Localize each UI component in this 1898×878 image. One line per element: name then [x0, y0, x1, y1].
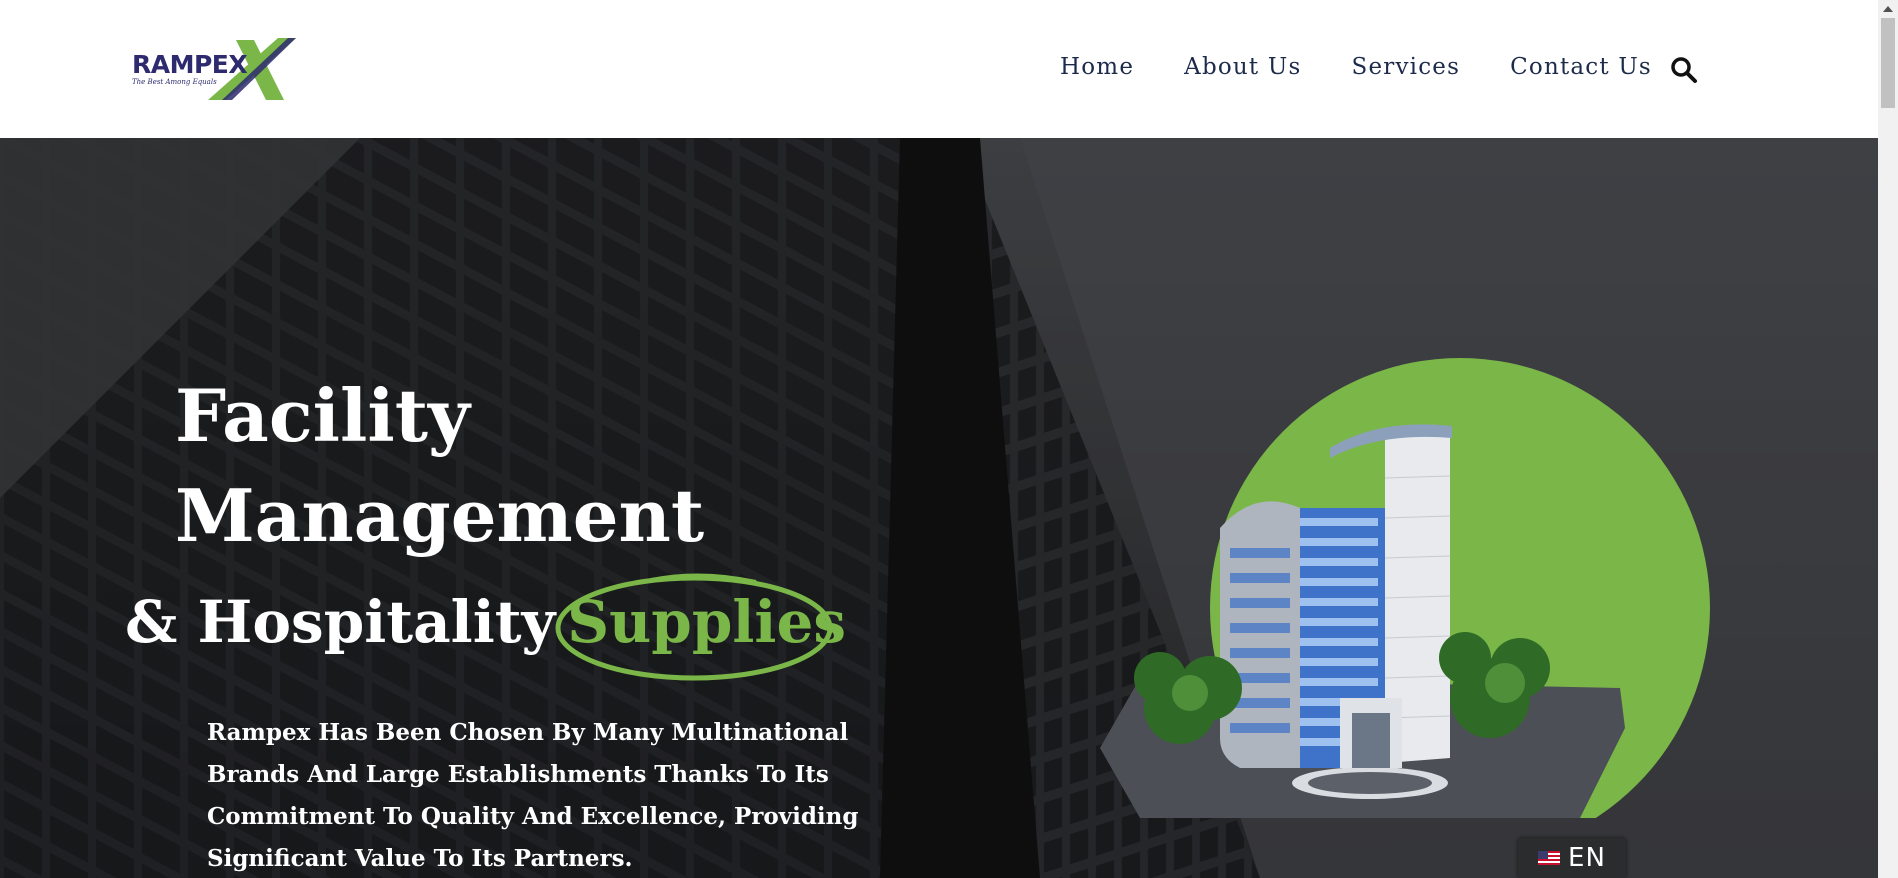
- hero-subtitle-prefix: & Hospitality: [125, 588, 556, 656]
- logo-wordmark: RAMPEX: [132, 50, 248, 79]
- nav-about-us[interactable]: About Us: [1184, 54, 1301, 80]
- search-icon: [1671, 57, 1697, 83]
- building-illustration: [1100, 358, 1710, 818]
- hero-subtitle-highlight: Supplies: [555, 573, 847, 681]
- scroll-up-arrow-icon[interactable]: [1883, 6, 1893, 12]
- hero-subtitle-highlight-text: Supplies: [567, 588, 847, 656]
- nav-services[interactable]: Services: [1351, 54, 1460, 80]
- logo-tagline: The Best Among Equals: [132, 78, 217, 86]
- hero-subtitle: & Hospitality Supplies: [125, 573, 847, 681]
- hero-description: Rampex Has Been Chosen By Many Multinati…: [207, 719, 859, 872]
- hero-title-line-1: Facility: [175, 373, 470, 458]
- hero-title-line-2: Management: [175, 473, 705, 558]
- hero-title: Facility Management: [175, 366, 704, 566]
- site-header: RAMPEX The Best Among Equals Home About …: [0, 0, 1878, 138]
- nav-contact-us[interactable]: Contact Us: [1510, 54, 1652, 80]
- us-flag-icon: [1538, 851, 1561, 865]
- language-code: EN: [1568, 843, 1606, 873]
- page: RAMPEX The Best Among Equals Home About …: [0, 0, 1898, 878]
- nav-home[interactable]: Home: [1060, 54, 1134, 80]
- language-switcher[interactable]: EN: [1518, 838, 1626, 878]
- search-button[interactable]: [1670, 56, 1698, 84]
- hero-section: Facility Management & Hospitality Supplie…: [0, 138, 1878, 878]
- page-scrollbar[interactable]: [1878, 0, 1898, 878]
- main-nav: Home About Us Services Contact Us: [1060, 54, 1702, 80]
- site-logo[interactable]: RAMPEX The Best Among Equals: [130, 36, 300, 104]
- scrollbar-thumb[interactable]: [1881, 18, 1895, 108]
